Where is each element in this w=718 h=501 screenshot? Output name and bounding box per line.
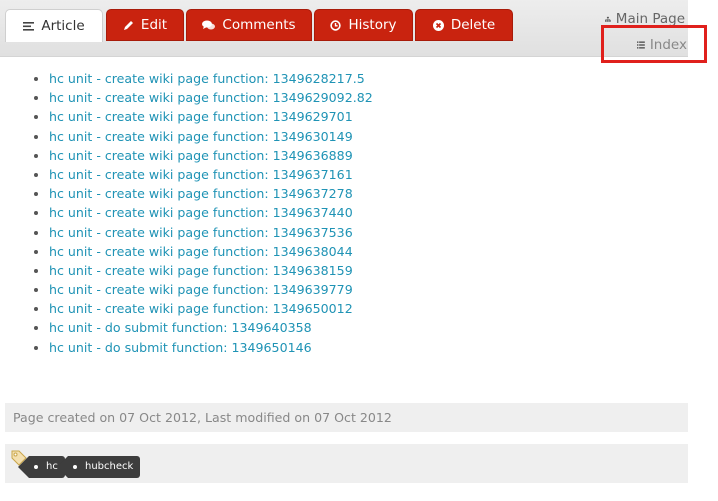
tab-delete-label: Delete	[450, 17, 496, 33]
clock-icon	[330, 19, 342, 31]
page-link[interactable]: hc unit - create wiki page function: 134…	[49, 301, 353, 316]
list-item: hc unit - create wiki page function: 134…	[49, 146, 373, 165]
list-item: hc unit - create wiki page function: 134…	[49, 127, 373, 146]
tag-hubcheck[interactable]: hubcheck	[56, 456, 141, 478]
page-link[interactable]: hc unit - create wiki page function: 134…	[49, 205, 353, 220]
page-link[interactable]: hc unit - create wiki page function: 134…	[49, 186, 353, 201]
page-link[interactable]: hc unit - create wiki page function: 134…	[49, 148, 353, 163]
list-item: hc unit - create wiki page function: 134…	[49, 88, 373, 107]
list-item: hc unit - create wiki page function: 134…	[49, 261, 373, 280]
tag-bar: hc hubcheck	[5, 444, 688, 483]
tab-article-label: Article	[41, 18, 85, 34]
tab-history[interactable]: History	[314, 9, 413, 41]
page-link[interactable]: hc unit - create wiki page function: 134…	[49, 129, 353, 144]
list-item: hc unit - do submit function: 1349650146	[49, 338, 373, 357]
pencil-icon	[123, 20, 133, 30]
page-link[interactable]: hc unit - create wiki page function: 134…	[49, 167, 353, 182]
page-link[interactable]: hc unit - create wiki page function: 134…	[49, 225, 353, 240]
page-list: hc unit - create wiki page function: 134…	[28, 69, 373, 357]
list-item: hc unit - create wiki page function: 134…	[49, 223, 373, 242]
sitemap-icon	[605, 16, 611, 22]
list-item: hc unit - create wiki page function: 134…	[49, 165, 373, 184]
page-link[interactable]: hc unit - do submit function: 1349640358	[49, 320, 312, 335]
tab-edit-label: Edit	[140, 17, 168, 33]
list-item: hc unit - create wiki page function: 134…	[49, 69, 373, 88]
list-item: hc unit - create wiki page function: 134…	[49, 280, 373, 299]
page-link[interactable]: hc unit - do submit function: 1349650146	[49, 340, 312, 355]
list-item: hc unit - create wiki page function: 134…	[49, 184, 373, 203]
page-link[interactable]: hc unit - create wiki page function: 134…	[49, 244, 353, 259]
tab-article[interactable]: Article	[5, 9, 103, 42]
comments-icon	[202, 20, 216, 29]
list-item: hc unit - create wiki page function: 134…	[49, 242, 373, 261]
page-link[interactable]: hc unit - create wiki page function: 134…	[49, 71, 365, 86]
page-link[interactable]: hc unit - create wiki page function: 134…	[49, 109, 353, 124]
page-link[interactable]: hc unit - create wiki page function: 134…	[49, 90, 373, 105]
highlight-box	[601, 25, 707, 63]
list-item: hc unit - create wiki page function: 134…	[49, 299, 373, 318]
tab-delete[interactable]: Delete	[415, 9, 513, 41]
page-link[interactable]: hc unit - create wiki page function: 134…	[49, 282, 353, 297]
list-item: hc unit - create wiki page function: 134…	[49, 107, 373, 126]
tab-comments[interactable]: Comments	[186, 9, 312, 41]
delete-circle-icon	[432, 19, 444, 31]
document-icon	[23, 21, 35, 31]
page-metadata: Page created on 07 Oct 2012, Last modifi…	[5, 403, 688, 432]
page-link[interactable]: hc unit - create wiki page function: 134…	[49, 263, 353, 278]
list-item: hc unit - create wiki page function: 134…	[49, 203, 373, 222]
tab-comments-label: Comments	[222, 17, 296, 33]
tab-history-label: History	[348, 17, 397, 33]
page-toolbar: Article Edit Comments History Delete	[0, 0, 688, 57]
tab-edit[interactable]: Edit	[106, 9, 184, 41]
list-item: hc unit - do submit function: 1349640358	[49, 318, 373, 337]
